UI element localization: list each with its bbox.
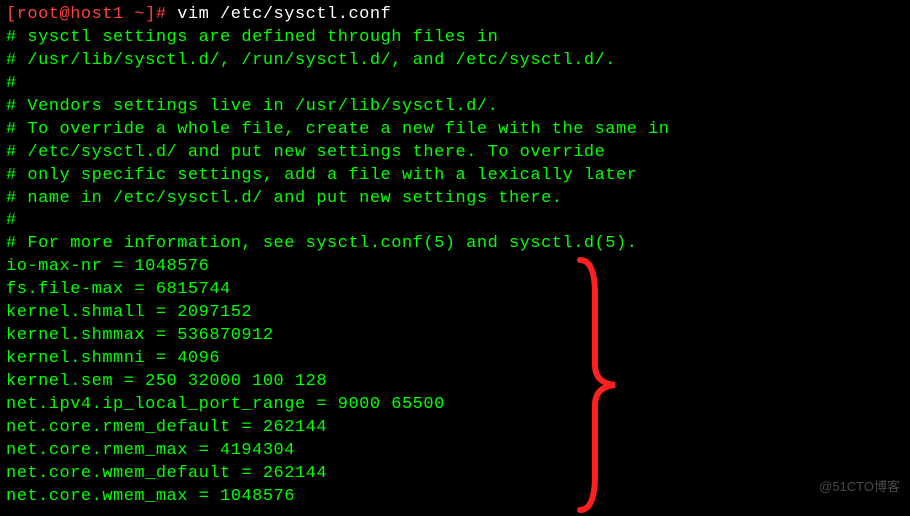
prompt-user-host: [root@host1 ~]#	[6, 5, 177, 24]
file-line[interactable]: #	[6, 73, 904, 96]
file-line[interactable]: # Vendors settings live in /usr/lib/sysc…	[6, 96, 904, 119]
file-line[interactable]: kernel.sem = 250 32000 100 128	[6, 371, 904, 394]
file-line[interactable]: fs.file-max = 6815744	[6, 279, 904, 302]
watermark-text: @51CTO博客	[819, 478, 900, 496]
file-line[interactable]: net.core.wmem_default = 262144	[6, 463, 904, 486]
file-line[interactable]: net.core.rmem_max = 4194304	[6, 440, 904, 463]
file-line[interactable]: #	[6, 210, 904, 233]
file-line[interactable]: # To override a whole file, create a new…	[6, 119, 904, 142]
file-line[interactable]: net.ipv4.ip_local_port_range = 9000 6550…	[6, 394, 904, 417]
shell-prompt-line: [root@host1 ~]# vim /etc/sysctl.conf	[6, 4, 904, 27]
file-line[interactable]: # /etc/sysctl.d/ and put new settings th…	[6, 142, 904, 165]
file-line[interactable]: # sysctl settings are defined through fi…	[6, 27, 904, 50]
file-line[interactable]: # only specific settings, add a file wit…	[6, 165, 904, 188]
file-line[interactable]: # /usr/lib/sysctl.d/, /run/sysctl.d/, an…	[6, 50, 904, 73]
file-line[interactable]: # name in /etc/sysctl.d/ and put new set…	[6, 188, 904, 211]
file-line[interactable]: io-max-nr = 1048576	[6, 256, 904, 279]
file-line[interactable]: net.core.wmem_max = 1048576	[6, 486, 904, 509]
file-line[interactable]: kernel.shmmni = 4096	[6, 348, 904, 371]
file-line[interactable]: kernel.shmmax = 536870912	[6, 325, 904, 348]
file-line[interactable]: kernel.shmall = 2097152	[6, 302, 904, 325]
file-line[interactable]: # For more information, see sysctl.conf(…	[6, 233, 904, 256]
file-line[interactable]: net.core.rmem_default = 262144	[6, 417, 904, 440]
prompt-command: vim /etc/sysctl.conf	[177, 5, 391, 24]
